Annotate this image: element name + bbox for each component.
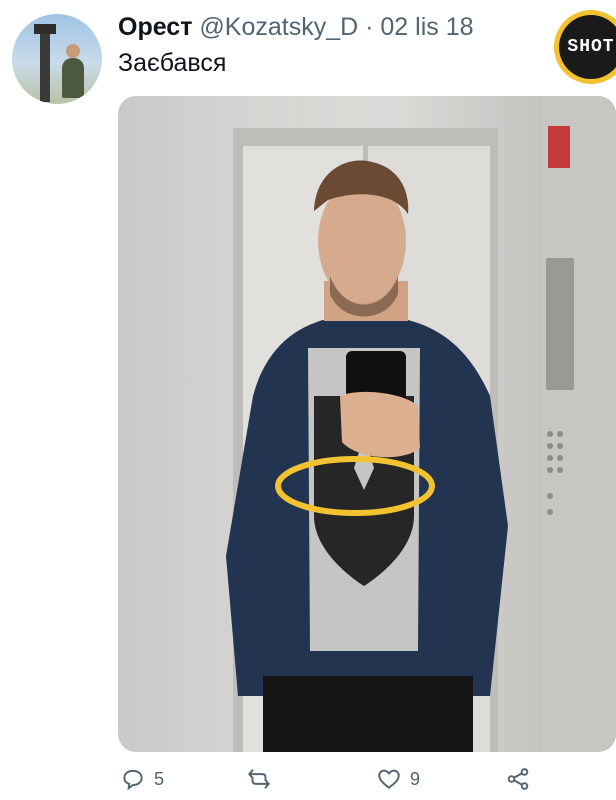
tweet-text: Заєбався (118, 49, 227, 77)
heart-icon (378, 769, 400, 789)
shot-logo-inner: SHOT (559, 15, 616, 79)
tweet-actions-bar: 5 9 (0, 766, 616, 800)
avatar-person (62, 58, 84, 98)
person-hand (340, 391, 420, 458)
separator-dot: · (365, 13, 374, 41)
avatar-tower (34, 24, 56, 102)
tweet-date[interactable]: 02 lis 18 (380, 13, 473, 41)
person-trousers (263, 676, 473, 752)
share-button[interactable] (505, 766, 531, 792)
author-name[interactable]: Орест (118, 13, 192, 41)
shot-logo-text: SHOT (567, 37, 615, 57)
share-icon (507, 768, 529, 790)
author-line: Орест @Kozatsky_D · 02 lis 18 (118, 10, 474, 44)
elevator-selfie-illustration (226, 96, 616, 752)
elevator-side-wall (542, 96, 616, 752)
shot-watermark-logo: SHOT (554, 10, 616, 84)
avatar-head (66, 44, 80, 58)
author-handle[interactable]: @Kozatsky_D (199, 13, 358, 41)
tweet-photo[interactable] (118, 96, 616, 752)
like-count: 9 (410, 768, 421, 789)
reply-icon (123, 769, 143, 791)
retweet-icon (248, 769, 270, 789)
like-button[interactable]: 9 (376, 766, 420, 792)
elevator-info-panel (546, 258, 574, 390)
reply-button[interactable]: 5 (120, 766, 164, 792)
retweet-button[interactable] (246, 766, 272, 792)
elevator-indicator-light (548, 126, 570, 168)
tweet-header: Орест @Kozatsky_D · 02 lis 18 Заєбався (118, 10, 474, 80)
reply-count: 5 (154, 768, 165, 789)
author-avatar[interactable] (12, 14, 102, 104)
